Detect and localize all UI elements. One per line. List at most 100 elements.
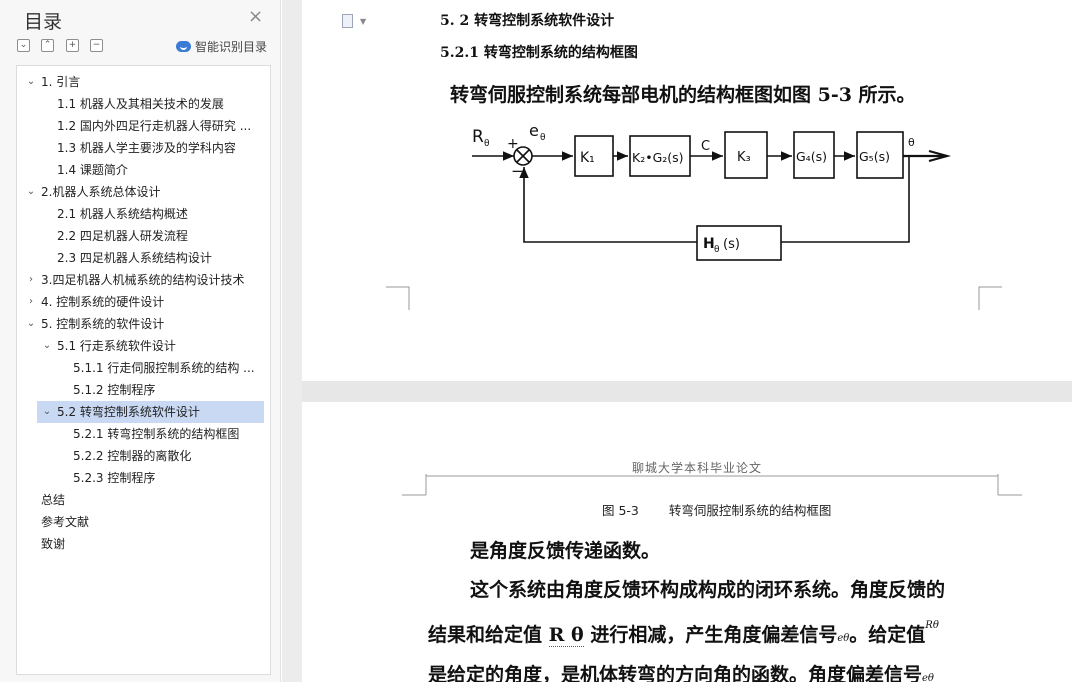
r-theta-symbol: Rθ	[925, 620, 939, 631]
block-diagram: R θ + − e θ K₁ K₂•G₂(s) C K₃ G₄(s) G₅(s)…	[472, 121, 952, 261]
toc-item-label: 1.1 机器人及其相关技术的发展	[57, 97, 224, 111]
toc-item[interactable]: › 3.四足机器人机械系统的结构设计技术	[17, 269, 270, 291]
toc-item[interactable]: 致谢	[17, 533, 270, 555]
toc-item-label: 2.3 四足机器人系统结构设计	[57, 251, 212, 265]
close-icon[interactable]: ×	[248, 8, 263, 26]
input-subscript: θ	[484, 139, 490, 149]
chevron-down-icon[interactable]: ▼	[360, 17, 366, 26]
toc-item-label: 5. 控制系统的软件设计	[41, 317, 165, 331]
toc-item[interactable]: 5.1.1 行走伺服控制系统的结构 ...	[17, 357, 270, 379]
toc-list: ⌄ 1. 引言 1.1 机器人及其相关技术的发展 1.2 国内外四足行走机器人得研究 …	[16, 65, 271, 675]
e-theta-symbol: eθ	[837, 633, 850, 644]
page-gutter	[282, 0, 302, 682]
toc-item-label: 3.四足机器人机械系统的结构设计技术	[41, 273, 245, 287]
toc-item-label: 参考文献	[41, 515, 90, 529]
block-g5: G₅(s)	[859, 149, 890, 164]
chevron-down-icon[interactable]: ⌄	[25, 181, 37, 203]
body-line-1: 是角度反馈传递函数。	[470, 540, 661, 562]
sidebar-title: 目录	[24, 11, 63, 33]
add-heading-icon[interactable]: +	[66, 39, 79, 52]
document-area: ▼ 5. 2 转弯控制系统软件设计 5.2.1 转弯控制系统的结构框图 转弯伺服…	[282, 0, 1072, 682]
body-line-3-part: 进行相减，产生角度偏差信号	[583, 624, 838, 646]
body-line-3: 结果和给定值 R θ 进行相减，产生角度偏差信号eθ。给定值Rθ	[428, 620, 939, 647]
figure-caption-text: 转弯伺服控制系统的结构框图	[668, 503, 832, 518]
intro-paragraph: 转弯伺服控制系统每部电机的结构框图如图 5-3 所示。	[450, 84, 916, 106]
toc-item-label: 2.机器人系统总体设计	[41, 185, 161, 199]
toc-item[interactable]: ⌄ 5. 控制系统的软件设计	[17, 313, 270, 335]
chevron-down-icon[interactable]: ⌄	[41, 335, 53, 357]
toc-item-label: 2.2 四足机器人研发流程	[57, 229, 188, 243]
toc-item[interactable]: 5.1.2 控制程序	[17, 379, 270, 401]
input-label: R	[472, 127, 484, 147]
block-k1: K₁	[580, 150, 595, 166]
toc-item-label: 5.1.2 控制程序	[73, 383, 156, 397]
toc-item[interactable]: ⌄ 2.机器人系统总体设计	[17, 181, 270, 203]
toc-item[interactable]: 1.1 机器人及其相关技术的发展	[17, 93, 270, 115]
toc-item[interactable]: 5.2.2 控制器的离散化	[17, 445, 270, 467]
page-margin-corner	[386, 286, 410, 310]
plus-sign: +	[507, 136, 519, 152]
block-k3: K₃	[737, 150, 751, 165]
document-icon[interactable]	[342, 14, 353, 28]
e-theta-symbol: eθ	[922, 673, 934, 682]
figure-number: 图 5-3	[602, 503, 639, 518]
body-line-3-part: 结果和给定值	[428, 624, 549, 646]
chevron-down-icon[interactable]: ⌄	[25, 71, 37, 93]
subsection-heading: 5.2.1 转弯控制系统的结构框图	[440, 45, 638, 61]
toc-item-label: 5.2.2 控制器的离散化	[73, 449, 192, 463]
toc-item[interactable]: 参考文献	[17, 511, 270, 533]
toc-item[interactable]: 2.1 机器人系统结构概述	[17, 203, 270, 225]
signal-c-label: C	[701, 139, 710, 154]
toc-item-label: 5.2 转弯控制系统软件设计	[57, 405, 200, 419]
chevron-down-icon[interactable]: ⌄	[41, 401, 53, 423]
toc-item-label: 5.1.1 行走伺服控制系统的结构 ...	[73, 361, 255, 375]
chevron-right-icon[interactable]: ›	[25, 291, 37, 313]
toc-item[interactable]: › 4. 控制系统的硬件设计	[17, 291, 270, 313]
toc-item-label: 1.3 机器人学主要涉及的学科内容	[57, 141, 236, 155]
body-line-2: 这个系统由角度反馈环构成构成的闭环系统。角度反馈的	[470, 579, 946, 601]
header-rule	[402, 474, 1022, 496]
expand-all-icon[interactable]: ⌄	[17, 39, 30, 52]
chevron-down-icon[interactable]: ⌄	[25, 313, 37, 335]
toc-item-label: 2.1 机器人系统结构概述	[57, 207, 188, 221]
remove-heading-icon[interactable]: −	[90, 39, 103, 52]
toc-item[interactable]: 2.2 四足机器人研发流程	[17, 225, 270, 247]
toc-item[interactable]: 2.3 四足机器人系统结构设计	[17, 247, 270, 269]
minus-sign: −	[511, 162, 524, 180]
toc-item[interactable]: 1.2 国内外四足行走机器人得研究 ...	[17, 115, 270, 137]
toc-item-label: 5.2.3 控制程序	[73, 471, 156, 485]
toc-item-label: 1.4 课题简介	[57, 163, 128, 177]
toc-item[interactable]: 5.2.1 转弯控制系统的结构框图	[17, 423, 270, 445]
toc-item-label: 5.2.1 转弯控制系统的结构框图	[73, 427, 240, 441]
r-theta-symbol: R θ	[548, 624, 584, 647]
toc-sidebar: 目录 × ⌄ ⌃ + − 智能识别目录 ⌄ 1. 引言 1.1 机器人及其相关技术的…	[0, 0, 281, 682]
toc-item[interactable]: ⌄ 1. 引言	[17, 71, 270, 93]
body-line-4-part: 是给定的角度，是机体转弯的方向角的函数。角度偏差信号	[428, 664, 923, 682]
toc-item-label: 致谢	[41, 537, 66, 551]
smart-toc-button[interactable]: 智能识别目录	[176, 38, 267, 55]
toc-item-label: 4. 控制系统的硬件设计	[41, 295, 165, 309]
page-margin-corner	[978, 286, 1002, 310]
smart-toc-label: 智能识别目录	[195, 40, 268, 54]
toc-item-label: 1.2 国内外四足行走机器人得研究 ...	[57, 119, 252, 133]
toc-item-label: 1. 引言	[41, 75, 81, 89]
toc-item[interactable]: ⌄ 5.2 转弯控制系统软件设计	[37, 401, 264, 423]
output-label: θ	[908, 136, 915, 149]
document-page-1: ▼ 5. 2 转弯控制系统软件设计 5.2.1 转弯控制系统的结构框图 转弯伺服…	[302, 0, 1072, 381]
feedback-tail: (s)	[723, 237, 740, 252]
toc-item[interactable]: ⌄ 5.1 行走系统软件设计	[17, 335, 270, 357]
collapse-all-icon[interactable]: ⌃	[41, 39, 54, 52]
toc-item[interactable]: 总结	[17, 489, 270, 511]
figure-caption: 图 5-3 转弯伺服控制系统的结构框图	[602, 500, 831, 519]
document-page-2: 聊城大学本科毕业论文 图 5-3 转弯伺服控制系统的结构框图 是角度反馈传递函数…	[302, 402, 1072, 682]
body-line-4: 是给定的角度，是机体转弯的方向角的函数。角度偏差信号eθ	[428, 660, 934, 682]
toc-item[interactable]: 5.2.3 控制程序	[17, 467, 270, 489]
section-heading: 5. 2 转弯控制系统软件设计	[440, 13, 615, 29]
cloud-icon	[176, 41, 191, 52]
toc-item[interactable]: 1.3 机器人学主要涉及的学科内容	[17, 137, 270, 159]
feedback-h-label: H	[703, 236, 715, 252]
toc-item[interactable]: 1.4 课题简介	[17, 159, 270, 181]
chevron-right-icon[interactable]: ›	[25, 269, 37, 291]
feedback-subscript: θ	[714, 245, 720, 255]
block-g4: G₄(s)	[796, 149, 827, 164]
